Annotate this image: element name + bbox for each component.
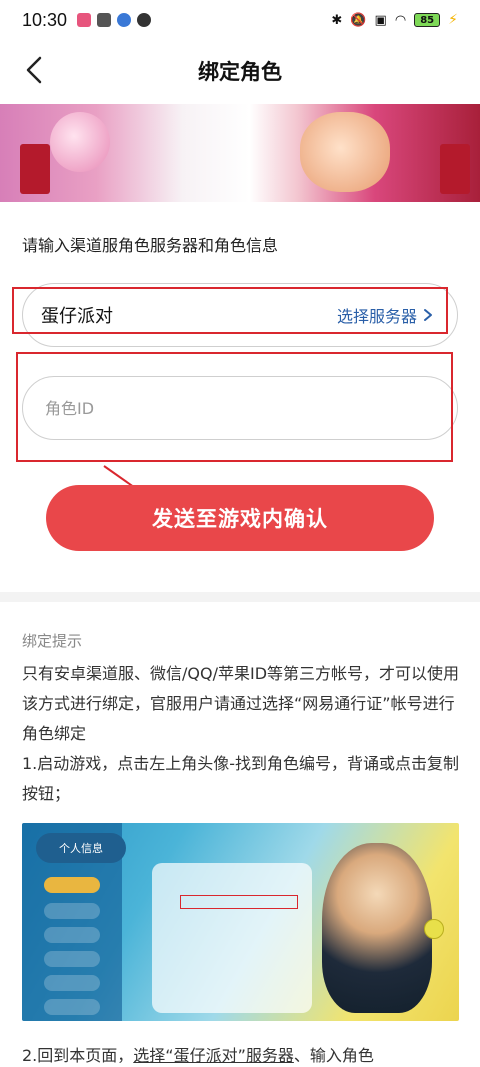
tips-section: 绑定提示 只有安卓渠道服、微信/QQ/苹果ID等第三方帐号，才可以使用该方式进行… <box>22 630 462 809</box>
tips-paragraph: 只有安卓渠道服、微信/QQ/苹果ID等第三方帐号，才可以使用该方式进行绑定，官服… <box>22 664 460 743</box>
mute-icon: 🔕 <box>350 12 367 28</box>
banner-character-left <box>50 112 110 172</box>
guide-sidebar-tab <box>44 975 100 991</box>
guide-profile-card <box>152 863 312 1013</box>
guide-sidebar-tab <box>44 999 100 1015</box>
step2-suffix: 、输入角色 <box>293 1046 374 1065</box>
tips-title: 绑定提示 <box>22 632 83 650</box>
status-time: 10:30 <box>22 9 68 30</box>
guide-id-highlight <box>180 895 298 909</box>
page-title: 绑定角色 <box>198 60 282 84</box>
step2-underlined: 选择“蛋仔派对”服务器 <box>133 1046 294 1065</box>
status-bar: 10:30 ✱ 🔕 ▣ ◠ 85 ⚡ <box>0 0 480 40</box>
charging-icon: ⚡ <box>448 12 458 28</box>
guide-header-label: 个人信息 <box>36 833 126 863</box>
guide-screenshot: 个人信息 <box>22 823 459 1021</box>
sim-icon: ▣ <box>374 12 387 28</box>
step2-prefix: 2.回到本页面， <box>22 1046 134 1065</box>
battery-icon: 85 <box>414 13 441 27</box>
app-notification-icon <box>137 13 152 27</box>
top-bar: 绑定角色 <box>0 40 480 102</box>
banner-decoration <box>440 144 470 194</box>
banner-image <box>0 104 480 202</box>
system-icons: ✱ 🔕 ▣ ◠ 85 ⚡ <box>331 12 458 28</box>
bluetooth-icon: ✱ <box>331 12 343 28</box>
banner-decoration <box>20 144 50 194</box>
notification-icons <box>77 13 152 27</box>
form-section-label: 请输入渠道服角色服务器和角色信息 <box>22 236 279 255</box>
guide-character <box>322 843 432 1013</box>
back-button[interactable] <box>14 50 54 90</box>
app-notification-icon <box>77 13 92 27</box>
annotation-box-role-id <box>16 352 453 462</box>
guide-sidebar-tab <box>44 927 100 943</box>
tips-step-2: 2.回到本页面，选择“蛋仔派对”服务器、输入角色 <box>22 1042 374 1066</box>
send-to-game-button[interactable]: 发送至游戏内确认 <box>46 485 434 551</box>
app-notification-icon <box>117 13 132 27</box>
guide-ball <box>424 919 444 939</box>
annotation-box-server <box>12 287 448 334</box>
banner-character-right <box>300 112 390 192</box>
guide-sidebar-tab <box>44 951 100 967</box>
guide-sidebar-tab <box>44 903 100 919</box>
guide-sidebar-tab <box>44 877 100 893</box>
section-divider <box>0 592 480 602</box>
app-notification-icon <box>97 13 112 27</box>
tips-step-1: 1.启动游戏，点击左上角头像-找到角色编号，背诵或点击复制按钮； <box>22 754 460 803</box>
wifi-icon: ◠ <box>394 12 407 28</box>
chevron-left-icon <box>26 56 42 84</box>
